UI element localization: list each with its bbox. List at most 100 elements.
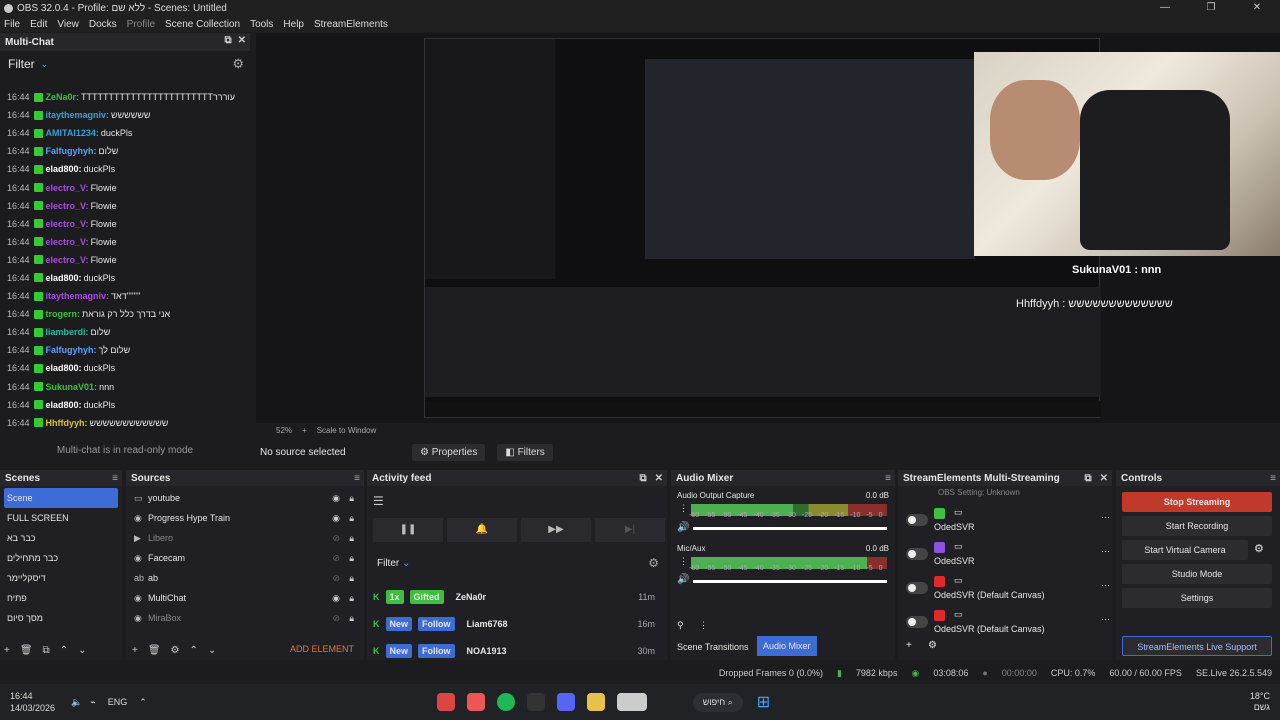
tab-scene-transitions[interactable]: Scene Transitions xyxy=(677,642,749,652)
dock-menu-icon[interactable]: ≡ xyxy=(1270,473,1276,484)
menu-view[interactable]: View xyxy=(57,19,79,30)
lock-icon[interactable]: 🔒︎ xyxy=(349,613,354,624)
move-down-icon[interactable]: ⌄ xyxy=(78,645,86,656)
clock[interactable]: 16:44 14/03/2026 xyxy=(10,690,55,714)
file-explorer-icon[interactable] xyxy=(586,693,605,711)
remove-scene-icon[interactable]: 🗑 xyxy=(20,645,33,656)
close-button[interactable]: ✕ xyxy=(1234,0,1280,16)
eye-icon[interactable]: ◉ xyxy=(332,593,340,604)
scene-item[interactable]: פתיח xyxy=(0,588,122,608)
skip-button[interactable]: ▶▶ xyxy=(521,518,591,542)
activity-row[interactable]: K New Follow Liam6768 16m xyxy=(373,613,659,635)
link-icon[interactable]: ⚲ xyxy=(677,620,684,631)
float-icon[interactable]: ⧉ xyxy=(1084,473,1091,484)
lock-icon[interactable]: 🔒︎ xyxy=(349,553,354,564)
destination-toggle[interactable] xyxy=(906,548,928,560)
eye-hidden-icon[interactable]: ⊘ xyxy=(332,533,340,544)
lock-icon[interactable]: 🔒︎ xyxy=(349,493,354,504)
float-icon[interactable]: ⧉ xyxy=(639,473,646,484)
menu-tools[interactable]: Tools xyxy=(250,19,273,30)
eye-hidden-icon[interactable]: ⊘ xyxy=(332,553,340,564)
chat-message-list[interactable]: 16:44 ZeNa0r: TTTTTTTTTTTTTTTTTTTTTTTTעורר… xyxy=(0,88,248,434)
move-up-icon[interactable]: ⌃ xyxy=(190,645,198,656)
add-element-button[interactable]: ADD ELEMENT xyxy=(290,644,354,654)
scene-item[interactable]: כבר בא xyxy=(0,528,122,548)
wifi-icon[interactable]: ⌁ xyxy=(90,697,95,708)
move-up-icon[interactable]: ⌃ xyxy=(60,645,68,656)
gear-icon[interactable]: ⚙ xyxy=(171,645,180,656)
activity-row[interactable]: K New Follow NOA1913 30m xyxy=(373,640,659,662)
hamburger-icon[interactable]: ☰ xyxy=(373,494,384,508)
channel-1-slider[interactable] xyxy=(693,527,887,530)
volume-icon[interactable]: 🔈 xyxy=(71,697,82,708)
pause-button[interactable]: ❚❚ xyxy=(373,518,443,542)
duplicate-icon[interactable]: ⧉ xyxy=(43,645,50,656)
speaker-icon[interactable]: 🔊 xyxy=(677,522,689,533)
activity-row[interactable]: K 1x Gifted ZeNa0r 11m xyxy=(373,586,659,608)
kebab-icon[interactable]: ⋮ xyxy=(699,620,708,631)
eye-icon[interactable]: ◉ xyxy=(332,513,340,524)
properties-button[interactable]: ⚙ Properties xyxy=(412,443,486,461)
dock-menu-icon[interactable]: ≡ xyxy=(885,473,891,484)
close-dock-icon[interactable]: ✕ xyxy=(655,473,663,484)
destination-toggle[interactable] xyxy=(906,616,928,628)
speaker-icon[interactable]: 🔊 xyxy=(677,574,689,585)
studio-mode-button[interactable]: Studio Mode xyxy=(1122,564,1272,584)
menu-help[interactable]: Help xyxy=(283,19,304,30)
lock-icon[interactable]: 🔒︎ xyxy=(349,593,354,604)
gear-icon[interactable]: ⚙ xyxy=(232,56,244,72)
source-item[interactable]: ab ab ⊘ 🔒︎ xyxy=(126,568,364,588)
float-icon[interactable]: ⧉ xyxy=(224,35,231,46)
more-icon[interactable]: ⋯ xyxy=(1101,614,1110,625)
weather[interactable]: 18°C גשם xyxy=(1250,691,1270,713)
add-source-icon[interactable]: + xyxy=(132,645,138,656)
gear-icon[interactable]: ⚙ xyxy=(1254,542,1264,555)
channel-2-slider[interactable] xyxy=(693,580,887,583)
terminal-icon[interactable] xyxy=(526,693,545,711)
multichat-filter[interactable]: Filter ⌄ ⚙ xyxy=(0,52,250,76)
search-box[interactable]: חיפוש ⌕ xyxy=(692,692,743,712)
destination-toggle[interactable] xyxy=(906,582,928,594)
remove-source-icon[interactable]: 🗑 xyxy=(148,645,161,656)
scene-item[interactable]: Scene xyxy=(4,488,118,508)
source-item[interactable]: ▶ Libero ⊘ 🔒︎ xyxy=(126,528,364,548)
move-down-icon[interactable]: ⌄ xyxy=(208,645,216,656)
skip-end-button[interactable]: ▶| xyxy=(595,518,665,542)
eye-icon[interactable]: ◉ xyxy=(332,493,340,504)
spotify-icon[interactable] xyxy=(496,693,515,711)
menu-streamelements[interactable]: StreamElements xyxy=(314,19,388,30)
eye-hidden-icon[interactable]: ⊘ xyxy=(332,613,340,624)
destination-toggle[interactable] xyxy=(906,514,928,526)
zoom-plus-icon[interactable]: + xyxy=(302,426,307,435)
menu-edit[interactable]: Edit xyxy=(30,19,47,30)
menu-profile[interactable]: Profile xyxy=(127,19,155,30)
source-item[interactable]: ▭ youtube ◉ 🔒︎ xyxy=(126,488,364,508)
live-support-button[interactable]: StreamElements Live Support xyxy=(1122,636,1272,656)
maximize-button[interactable]: ❐ xyxy=(1188,0,1234,16)
menu-scene-collection[interactable]: Scene Collection xyxy=(165,19,240,30)
dock-menu-icon[interactable]: ≡ xyxy=(354,473,360,484)
kebab-icon[interactable]: ⋮ xyxy=(679,503,688,514)
eye-hidden-icon[interactable]: ⊘ xyxy=(332,573,340,584)
add-destination-icon[interactable]: + xyxy=(906,640,912,651)
source-item[interactable]: ◉ Progress Hype Train ◉ 🔒︎ xyxy=(126,508,364,528)
language-indicator[interactable]: ENG xyxy=(108,697,128,707)
dock-menu-icon[interactable]: ≡ xyxy=(112,473,118,484)
scale-mode[interactable]: Scale to Window xyxy=(317,426,377,435)
stop-streaming-button[interactable]: Stop Streaming xyxy=(1122,492,1272,512)
filters-button[interactable]: ◧ Filters xyxy=(497,443,553,461)
add-scene-icon[interactable]: + xyxy=(4,645,10,656)
more-icon[interactable]: ⋯ xyxy=(1101,546,1110,557)
gear-icon[interactable]: ⚙ xyxy=(648,556,659,570)
close-dock-icon[interactable]: ✕ xyxy=(1100,473,1108,484)
source-item[interactable]: ◉ MultiChat ◉ 🔒︎ xyxy=(126,588,364,608)
more-icon[interactable]: ⋯ xyxy=(1101,580,1110,591)
start-virtual-camera-button[interactable]: Start Virtual Camera xyxy=(1122,540,1248,560)
zoom-level[interactable]: 52% xyxy=(276,426,292,435)
source-item[interactable]: ◉ Facecam ⊘ 🔒︎ xyxy=(126,548,364,568)
scene-item[interactable]: דיסקליימר xyxy=(0,568,122,588)
menu-file[interactable]: File xyxy=(4,19,20,30)
streamelements-icon[interactable] xyxy=(466,693,485,711)
lock-icon[interactable]: 🔒︎ xyxy=(349,533,354,544)
kebab-icon[interactable]: ⋮ xyxy=(679,556,688,567)
